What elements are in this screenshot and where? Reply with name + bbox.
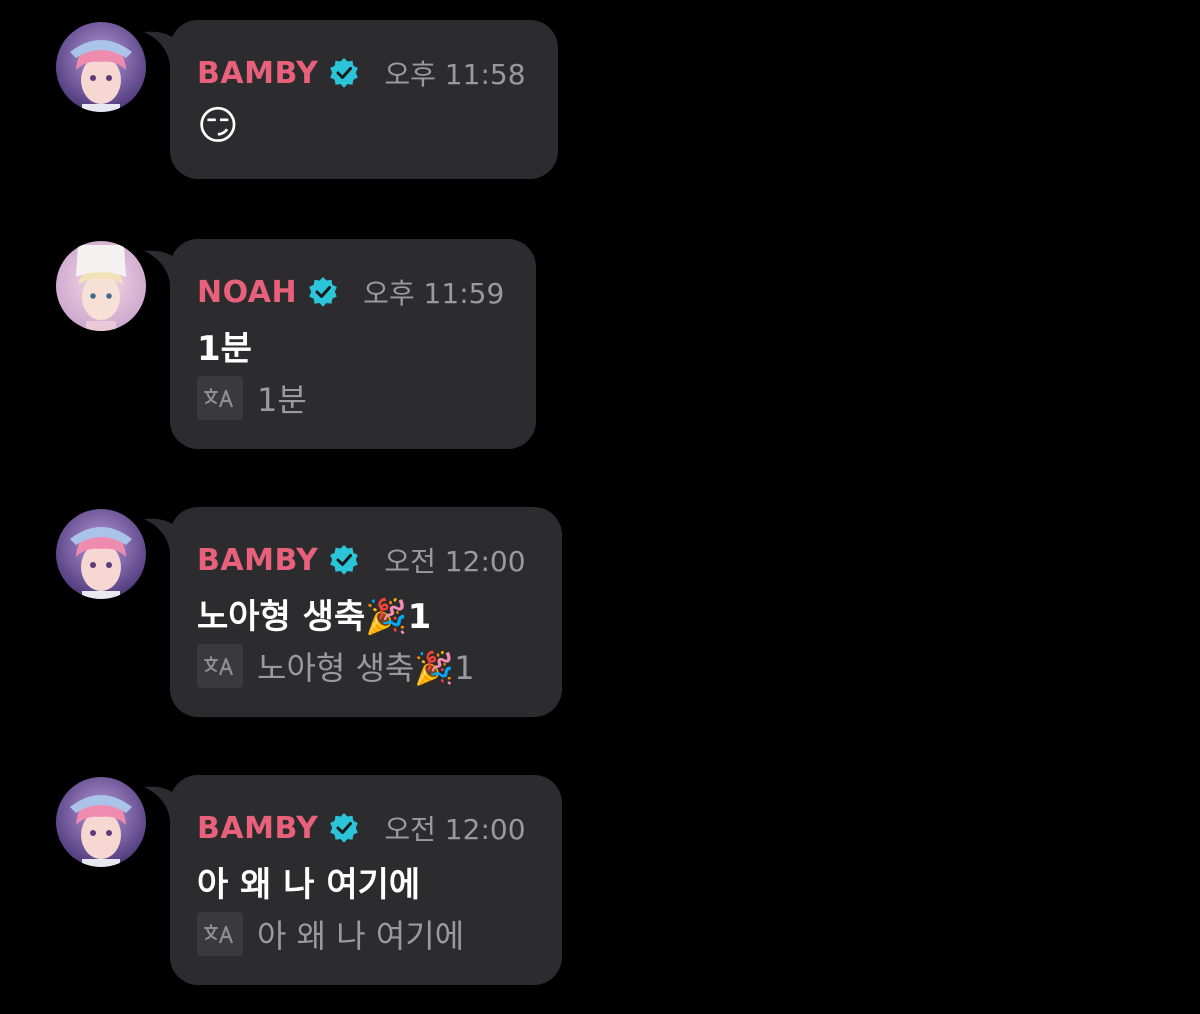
message-bubble[interactable]: BAMBY 오전 12:00 노아형 생축🎉1 노아형 생축🎉1 <box>170 507 562 717</box>
verified-badge-icon <box>330 545 359 575</box>
translate-icon[interactable] <box>197 376 243 420</box>
translation-text: 1분 <box>257 381 307 419</box>
bamby-avatar[interactable] <box>56 777 146 867</box>
message-time: 오후 11:59 <box>363 277 505 310</box>
message-text: 아 왜 나 여기에 <box>197 865 421 905</box>
translation-text: 노아형 생축🎉1 <box>257 649 475 687</box>
message-header: BAMBY 오전 12:00 <box>197 540 526 580</box>
sender-name[interactable]: NOAH <box>197 275 297 310</box>
message-time: 오전 12:00 <box>384 545 526 578</box>
translation-row: 노아형 생축🎉1 <box>197 643 475 689</box>
sender-name[interactable]: BAMBY <box>197 543 318 578</box>
bamby-avatar[interactable] <box>56 22 146 112</box>
message-bubble[interactable]: BAMBY 오후 11:58 😏 <box>170 20 558 179</box>
message-text: 1분 <box>197 329 252 369</box>
verified-badge-icon <box>330 813 359 843</box>
sender-name[interactable]: BAMBY <box>197 811 318 846</box>
message-header: BAMBY 오전 12:00 <box>197 808 526 848</box>
translate-icon[interactable] <box>197 644 243 688</box>
translation-text: 아 왜 나 여기에 <box>257 917 465 955</box>
translate-icon[interactable] <box>197 912 243 956</box>
message-text: 😏 <box>197 103 239 149</box>
bamby-avatar[interactable] <box>56 509 146 599</box>
verified-badge-icon <box>309 277 337 307</box>
noah-avatar[interactable] <box>56 241 146 331</box>
message-bubble[interactable]: NOAH 오후 11:59 1분 1분 <box>170 239 536 449</box>
message-text: 노아형 생축🎉1 <box>197 597 432 637</box>
message-time: 오후 11:58 <box>384 58 526 91</box>
message-bubble[interactable]: BAMBY 오전 12:00 아 왜 나 여기에 아 왜 나 여기에 <box>170 775 562 985</box>
verified-badge-icon <box>330 58 359 88</box>
message-time: 오전 12:00 <box>384 813 526 846</box>
message-header: BAMBY 오후 11:58 <box>197 53 526 93</box>
sender-name[interactable]: BAMBY <box>197 56 318 91</box>
translation-row: 1분 <box>197 375 307 421</box>
message-header: NOAH 오후 11:59 <box>197 272 504 312</box>
translation-row: 아 왜 나 여기에 <box>197 911 464 957</box>
